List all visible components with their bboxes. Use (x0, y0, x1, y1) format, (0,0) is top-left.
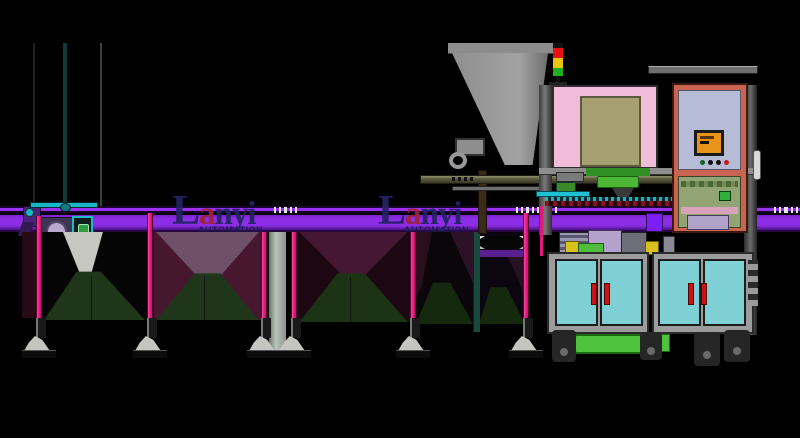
door-handle (591, 283, 597, 305)
hmi-screen (694, 130, 724, 156)
fence-sliver-left (22, 232, 36, 318)
panel-top-rail (648, 66, 758, 74)
caster-wheel (640, 332, 662, 360)
indicator-light (716, 160, 721, 165)
pcb-row-pink (681, 207, 738, 214)
signal-tower-yellow (553, 58, 563, 68)
hanger-rod-teal (63, 43, 67, 206)
caster-wheel (694, 332, 720, 366)
leveling-foot (277, 318, 311, 358)
machine-window (580, 96, 641, 167)
cabinet-door (703, 259, 746, 326)
fence-post (261, 232, 267, 320)
hmi-graphic (700, 141, 709, 144)
leveling-foot (133, 318, 167, 358)
door-handle (604, 283, 610, 305)
end-pulley-dot (25, 208, 34, 217)
leveling-foot (509, 318, 543, 358)
corner-mark (480, 246, 485, 249)
indicator-light (724, 160, 729, 165)
hinge-stack (748, 260, 758, 306)
lift-knob (60, 203, 71, 212)
hanger-rod-dark (33, 43, 35, 203)
door-handle (701, 283, 707, 305)
panel-pcb-area (678, 176, 741, 228)
indicator-light (700, 160, 705, 165)
fence-post (147, 213, 153, 320)
fence-post (410, 232, 416, 322)
fence-bay-1 (42, 232, 147, 320)
panel-handle (753, 150, 761, 180)
side-greeble (556, 172, 584, 182)
frame-accent-magenta (540, 206, 543, 256)
fence-bay-2 (154, 232, 261, 320)
signal-tower-green (553, 68, 563, 76)
press-housing (586, 168, 650, 176)
covered-equipment-box (480, 236, 524, 249)
support-post-teal (473, 232, 480, 332)
leveling-foot (22, 318, 56, 358)
fence-post (523, 213, 529, 322)
caster-wheel (552, 330, 576, 362)
fence-bay-4 (416, 232, 473, 324)
pcb-row (681, 181, 738, 187)
purple-sill (480, 250, 524, 257)
press-cone (612, 188, 634, 197)
chain-link-marks (786, 207, 800, 213)
signal-tower-red (553, 48, 563, 58)
fence-post (36, 216, 42, 320)
door-handle (688, 283, 694, 305)
gray-box (621, 232, 647, 254)
cad-scene: Lanyi AUTOMATION Lanyi AUTOMATION (0, 0, 800, 438)
leveling-foot (396, 318, 430, 358)
fence-post (291, 232, 297, 320)
indicator-light (708, 160, 713, 165)
fence-bay-3 (297, 232, 410, 322)
hanger-rod-gray (100, 43, 102, 206)
bay-seam (91, 276, 92, 320)
machine-top-strip (448, 43, 557, 54)
pcb-chip (719, 191, 731, 201)
pcb-lavender-block (687, 215, 729, 230)
violet-module (646, 213, 663, 232)
corner-mark (480, 236, 485, 239)
hmi-graphic (700, 136, 714, 139)
press-block (597, 176, 639, 188)
bay-seam (350, 277, 351, 322)
rail-bolts (452, 177, 474, 181)
belt-hatch-red (545, 201, 672, 206)
hoist-ring (449, 152, 467, 169)
leveling-foot (247, 318, 281, 358)
caster-wheel (724, 330, 750, 362)
cabinet-door (658, 259, 701, 326)
bay-seam (204, 276, 205, 320)
